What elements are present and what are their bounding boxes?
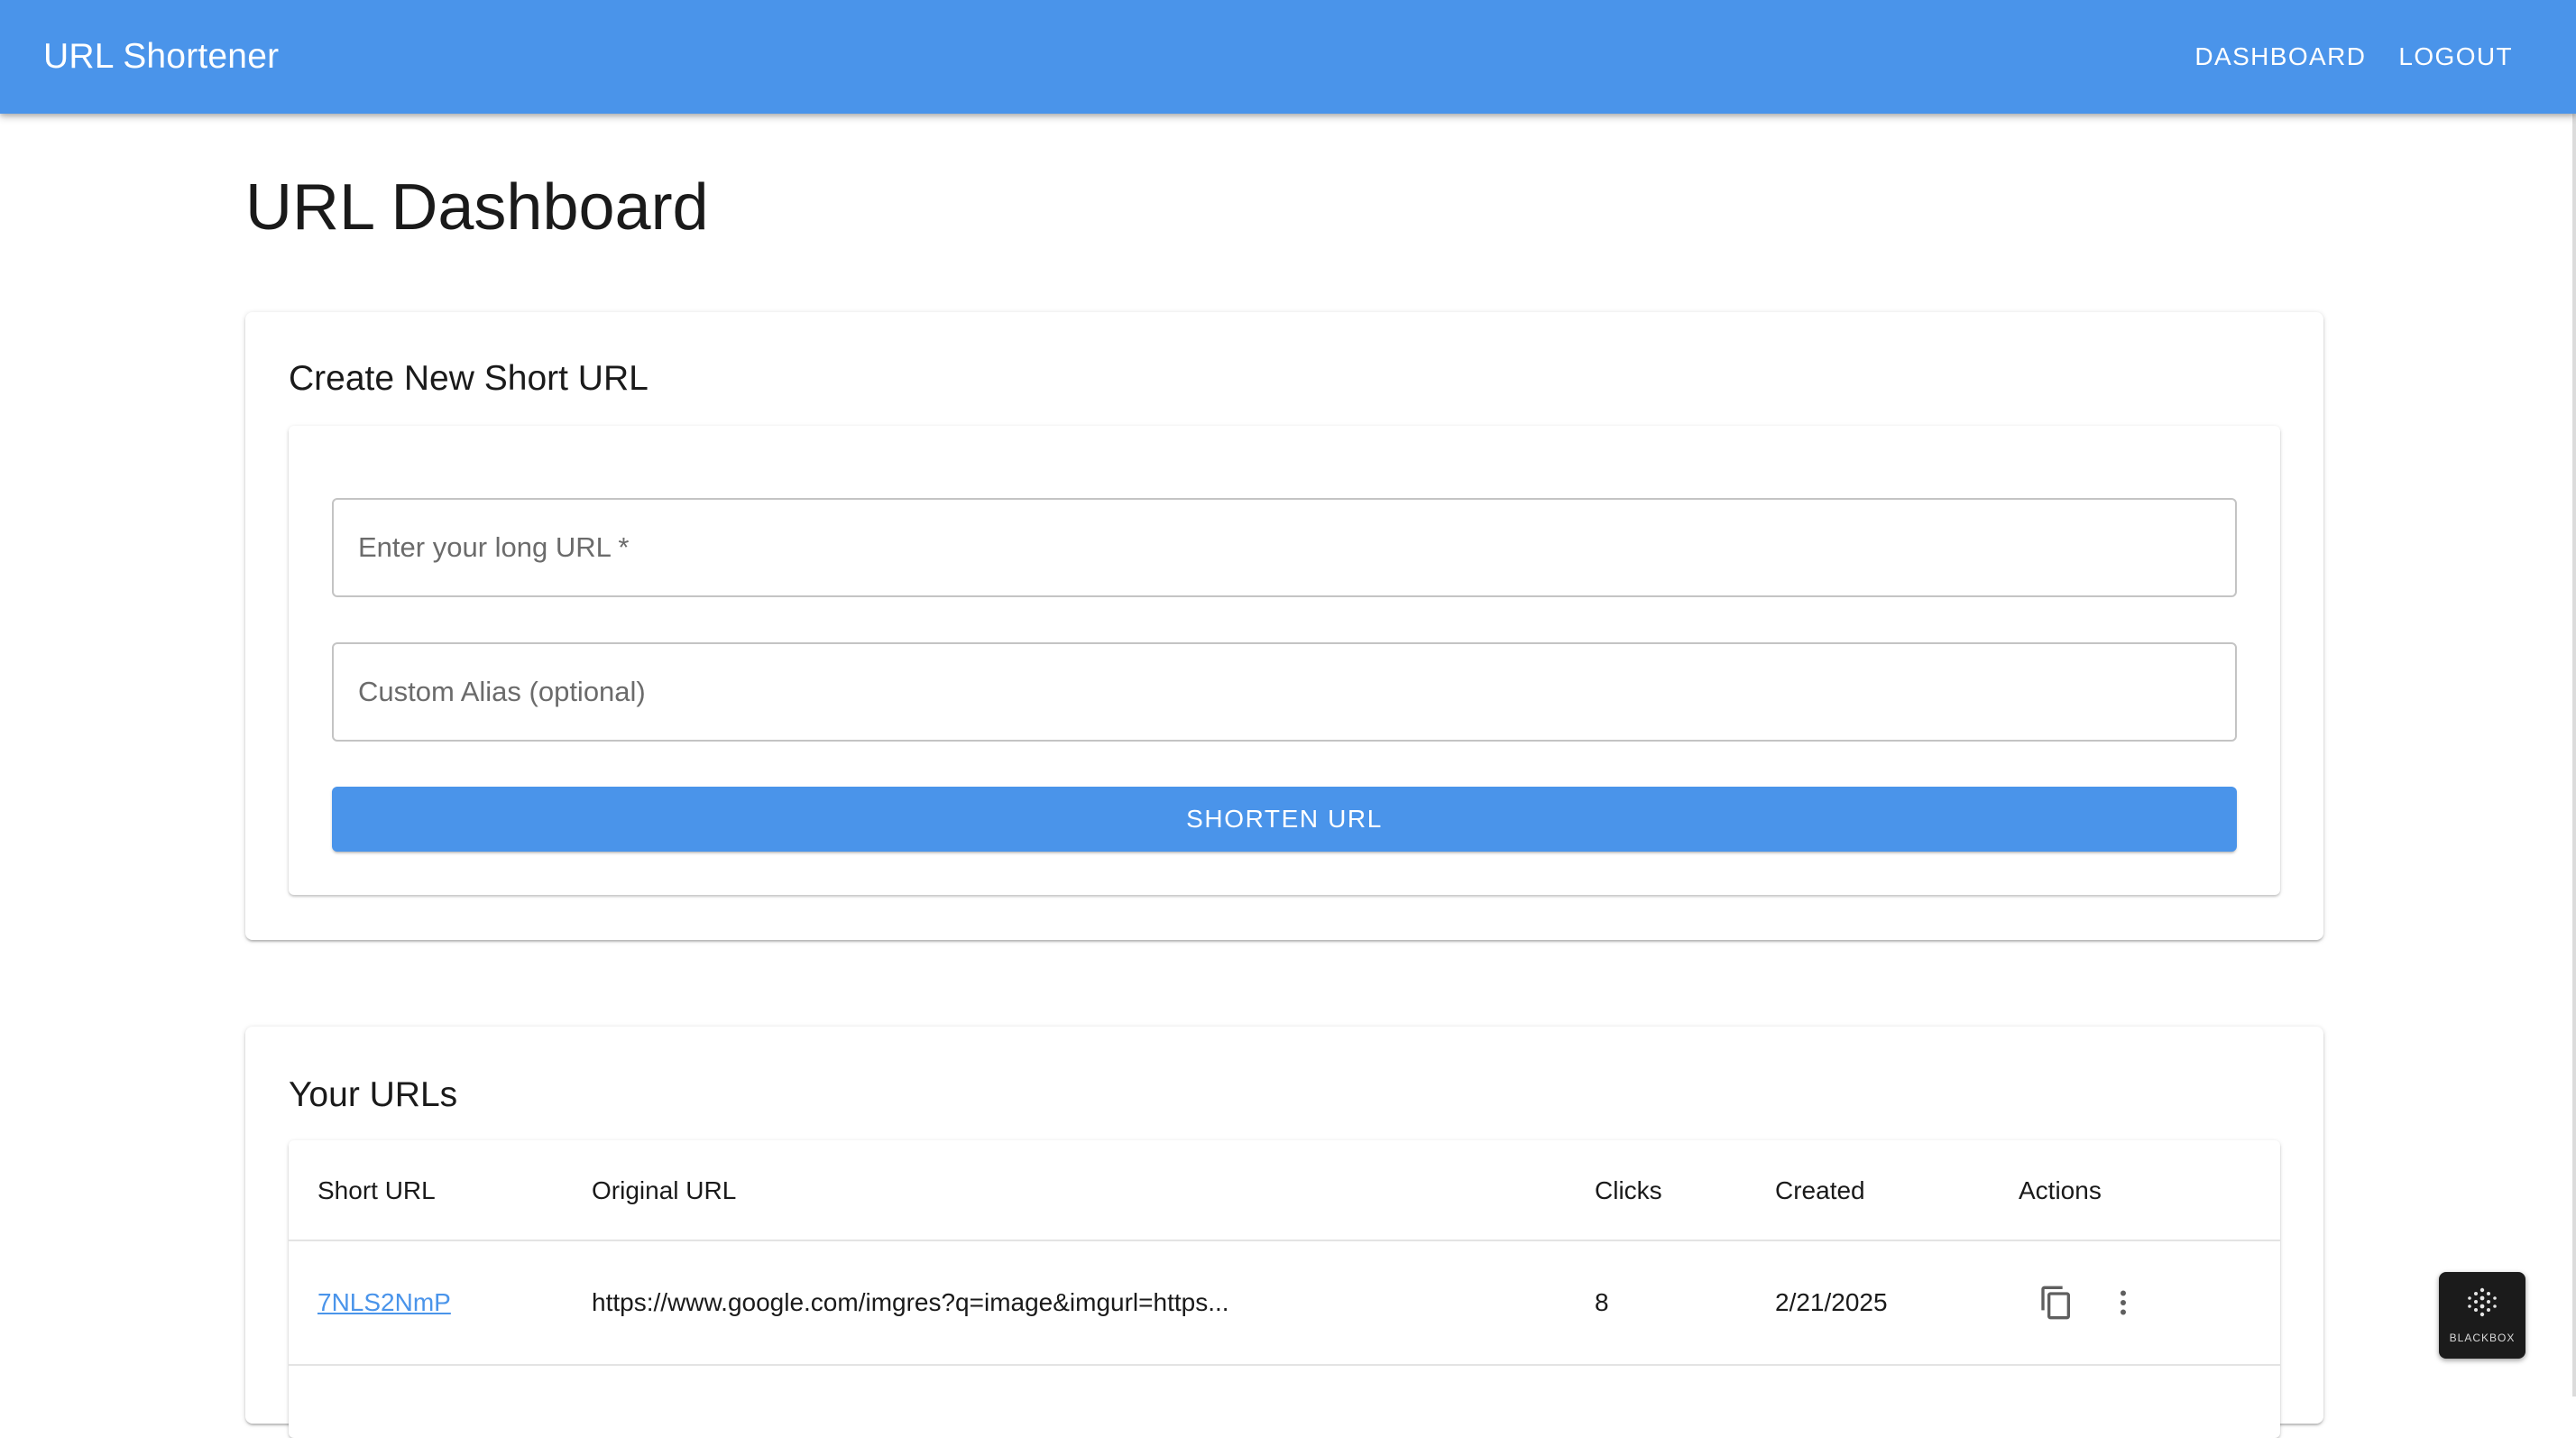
table-row: 7NLS2NmP https://www.google.com/imgres?q… — [289, 1241, 2280, 1366]
more-options-button[interactable] — [2102, 1281, 2145, 1324]
widget-label: BLACKBOX — [2449, 1332, 2516, 1344]
blackbox-widget[interactable]: BLACKBOX — [2439, 1272, 2525, 1359]
short-url-link[interactable]: 7NLS2NmP — [317, 1241, 451, 1364]
custom-alias-field[interactable]: Custom Alias (optional) — [332, 642, 2237, 742]
row-actions — [2035, 1241, 2145, 1364]
create-form: Enter your long URL * Custom Alias (opti… — [289, 426, 2280, 895]
column-header-created: Created — [1775, 1176, 1865, 1204]
long-url-field[interactable]: Enter your long URL * — [332, 498, 2237, 597]
clicks-cell: 8 — [1595, 1288, 1609, 1316]
custom-alias-input[interactable] — [334, 644, 2235, 740]
create-card-heading: Create New Short URL — [289, 359, 649, 398]
column-header-actions: Actions — [2019, 1176, 2102, 1204]
shorten-url-button[interactable]: SHORTEN URL — [332, 787, 2237, 852]
created-cell: 2/21/2025 — [1775, 1288, 1888, 1316]
copy-button[interactable] — [2035, 1281, 2078, 1324]
urls-table: Short URL Original URL Clicks Created Ac… — [289, 1140, 2280, 1438]
logout-button[interactable]: LOGOUT — [2397, 35, 2515, 78]
dot-grid-logo-icon — [2468, 1287, 2497, 1317]
more-vert-icon — [2121, 1290, 2126, 1315]
create-short-url-card: Create New Short URL Enter your long URL… — [245, 312, 2323, 940]
scrollbar-track[interactable] — [2572, 114, 2576, 1397]
original-url-cell: https://www.google.com/imgres?q=image&im… — [592, 1288, 1229, 1316]
copy-icon — [2041, 1286, 2070, 1320]
dashboard-nav-button[interactable]: DASHBOARD — [2193, 35, 2368, 78]
page-title: URL Dashboard — [245, 171, 709, 244]
your-urls-card: Your URLs Short URL Original URL Clicks … — [245, 1027, 2323, 1438]
top-nav: DASHBOARD LOGOUT — [2193, 0, 2515, 114]
column-header-clicks: Clicks — [1595, 1176, 1662, 1204]
column-header-original-url: Original URL — [592, 1176, 737, 1204]
table-header-row: Short URL Original URL Clicks Created Ac… — [289, 1140, 2280, 1241]
app-bar: URL Shortener DASHBOARD LOGOUT — [0, 0, 2576, 114]
column-header-short-url: Short URL — [317, 1176, 436, 1204]
urls-card-heading: Your URLs — [289, 1075, 458, 1114]
app-title: URL Shortener — [43, 37, 280, 76]
long-url-input[interactable] — [334, 500, 2235, 595]
